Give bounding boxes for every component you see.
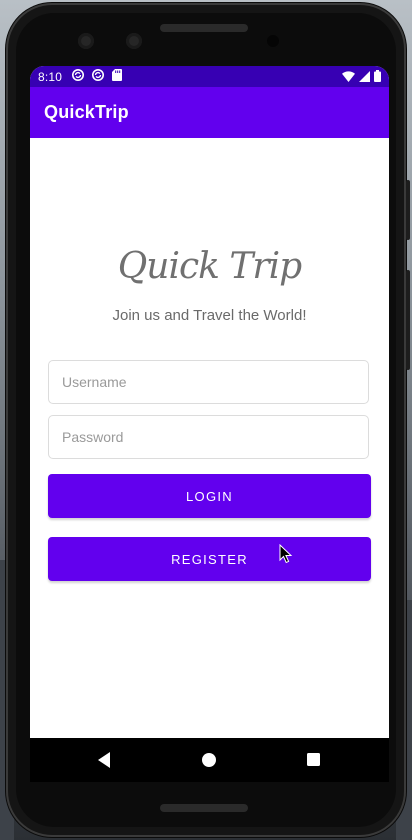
signal-icon (359, 70, 370, 85)
navigation-bar (30, 738, 389, 782)
battery-icon (374, 70, 381, 85)
username-field[interactable]: Username (48, 360, 369, 404)
tagline-text: Join us and Travel the World! (112, 307, 307, 324)
login-button[interactable]: LOGIN (48, 474, 371, 518)
power-button[interactable] (406, 180, 410, 240)
recents-icon[interactable] (305, 751, 323, 769)
sync-icon (92, 69, 105, 84)
username-placeholder: Username (62, 374, 127, 390)
status-system-icons (342, 70, 381, 85)
password-field[interactable]: Password (48, 415, 369, 459)
proximity-sensor-icon (267, 35, 279, 47)
sync-icon (72, 69, 85, 84)
mouse-pointer-icon (279, 543, 293, 569)
status-notification-icons (72, 69, 123, 84)
volume-button[interactable] (406, 270, 410, 370)
login-form: Quick Trip Join us and Travel the World!… (30, 138, 389, 738)
sd-card-icon (112, 69, 123, 84)
app-toolbar: QuickTrip (30, 87, 389, 138)
status-time: 8:10 (38, 69, 63, 84)
status-bar: 8:10 (30, 66, 389, 87)
app-logo: Quick Trip (117, 246, 302, 287)
login-button-label: LOGIN (186, 488, 233, 504)
bottom-speaker (160, 804, 248, 812)
register-button-label: REGISTER (171, 551, 248, 567)
password-placeholder: Password (62, 429, 124, 445)
front-camera-icon (78, 33, 94, 49)
earpiece-speaker (160, 24, 248, 32)
wifi-icon (342, 70, 355, 85)
app-title: QuickTrip (44, 102, 129, 122)
device-screen: 8:10 QuickTrip Quick Trip Join us and Tr… (30, 66, 389, 782)
home-icon[interactable] (200, 751, 218, 769)
register-button[interactable]: REGISTER (48, 537, 371, 581)
back-icon[interactable] (96, 751, 114, 769)
front-sensor-icon (126, 33, 142, 49)
